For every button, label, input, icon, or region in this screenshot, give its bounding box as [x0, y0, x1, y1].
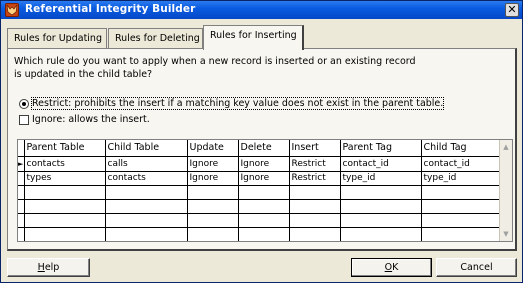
scroll-down-icon[interactable]: ▼	[500, 228, 512, 240]
cancel-button[interactable]: Cancel	[436, 258, 517, 277]
tab-rules-for-inserting[interactable]: Rules for Inserting	[203, 25, 304, 50]
vertical-scrollbar[interactable]: ▲ ▼	[499, 140, 512, 241]
row-pointer-icon: ►	[18, 156, 25, 172]
dialog-window: Referential Integrity Builder ✕ Rules fo…	[0, 0, 523, 283]
ignore-checkbox[interactable]	[19, 115, 29, 125]
empty-row	[18, 199, 502, 214]
tab-label: Rules for Inserting	[210, 30, 297, 41]
table-cell[interactable]: Ignore	[238, 156, 290, 172]
table-cell[interactable]: Ignore	[238, 171, 290, 186]
ignore-label[interactable]: Ignore: allows the insert.	[32, 114, 150, 125]
column-header[interactable]: Child Table	[105, 140, 188, 157]
tab-rules-for-deleting[interactable]: Rules for Deleting	[108, 28, 203, 49]
empty-row	[18, 185, 502, 200]
question-text: Which rule do you want to apply when a n…	[14, 56, 416, 80]
table-cell[interactable]: contacts	[105, 171, 188, 186]
empty-row	[18, 241, 501, 242]
table-cell[interactable]: Ignore	[187, 156, 239, 172]
table-cell[interactable]: Restrict	[289, 156, 341, 172]
restrict-radio[interactable]	[19, 99, 29, 109]
close-icon[interactable]: ✕	[505, 3, 519, 17]
table-cell[interactable]: Ignore	[187, 171, 239, 186]
ok-button[interactable]: OK	[351, 258, 432, 277]
table-cell[interactable]: contacts	[24, 156, 106, 172]
table-cell[interactable]: calls	[105, 156, 188, 172]
table-header-row: Parent Table Child Table Update Delete I…	[18, 140, 502, 157]
table-cell[interactable]: type_id	[421, 171, 502, 186]
table-cell[interactable]: Restrict	[289, 171, 341, 186]
fox-app-icon	[5, 3, 19, 17]
column-header[interactable]: Update	[187, 140, 239, 157]
empty-row	[18, 227, 502, 241]
table-cell[interactable]: types	[24, 171, 106, 186]
table-row[interactable]: types contacts Ignore Ignore Restrict ty…	[18, 171, 502, 186]
empty-row	[18, 213, 502, 228]
restrict-label[interactable]: Restrict: prohibits the insert if a matc…	[30, 97, 445, 110]
row-pointer-glyph: ►	[18, 159, 24, 168]
tab-label: Rules for Deleting	[115, 33, 200, 44]
column-header[interactable]: Parent Tag	[340, 140, 422, 157]
tab-rules-for-updating[interactable]: Rules for Updating	[7, 28, 107, 49]
table-cell[interactable]: contact_id	[421, 156, 502, 172]
title-bar[interactable]: Referential Integrity Builder ✕	[1, 1, 522, 19]
table-cell[interactable]: contact_id	[340, 156, 422, 172]
column-header[interactable]: Insert	[289, 140, 341, 157]
relations-table: Parent Table Child Table Update Delete I…	[18, 140, 502, 242]
help-button[interactable]: Help	[7, 258, 90, 277]
column-header[interactable]: Delete	[238, 140, 290, 157]
tab-label: Rules for Updating	[14, 33, 102, 44]
help-accelerator: H	[37, 262, 45, 273]
table-cell[interactable]: type_id	[340, 171, 422, 186]
table-row[interactable]: ► contacts calls Ignore Ignore Restrict …	[18, 156, 502, 172]
column-header[interactable]: Parent Table	[24, 140, 106, 157]
window-title: Referential Integrity Builder	[25, 3, 196, 15]
relations-grid[interactable]: Parent Table Child Table Update Delete I…	[17, 139, 513, 242]
column-header[interactable]: Child Tag	[421, 140, 502, 157]
ok-accelerator: O	[384, 262, 393, 273]
scroll-up-icon[interactable]: ▲	[500, 141, 512, 153]
